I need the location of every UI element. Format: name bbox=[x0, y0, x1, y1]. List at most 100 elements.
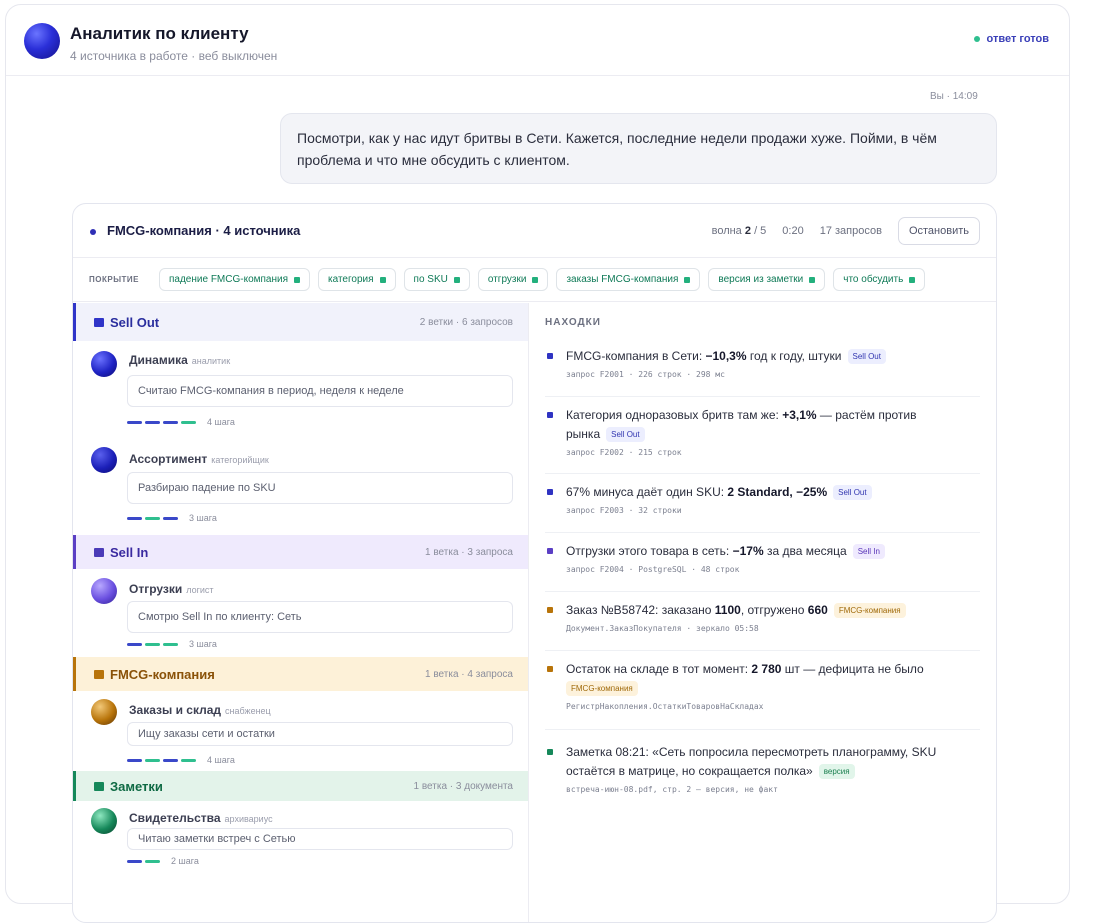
coverage-chip[interactable]: отгрузки bbox=[477, 268, 549, 291]
status-indicator: ответ готов bbox=[973, 33, 1049, 45]
coverage-chip[interactable]: версия из заметки bbox=[708, 268, 826, 291]
agent-task: Читаю заметки встреч с Сетью bbox=[127, 828, 513, 850]
agent-name-text: Свидетельства bbox=[129, 811, 221, 825]
agent-steps: 4 шага bbox=[207, 755, 235, 765]
finding-value: −10,3% bbox=[705, 349, 747, 363]
finding-item[interactable]: Отгрузки этого товара в сеть: −17% за дв… bbox=[545, 542, 980, 592]
finding-pre: Отгрузки этого товара в сеть: bbox=[566, 544, 733, 558]
agent-task: Ищу заказы сети и остатки bbox=[127, 722, 513, 746]
group-header-sell-out[interactable]: Sell Out 2 ветки · 6 запросов bbox=[73, 303, 528, 341]
finding-item[interactable]: Категория одноразовых бритв там же: +3,1… bbox=[545, 406, 980, 474]
agent-role: категорийщик bbox=[211, 455, 269, 465]
agent-name: Динамика аналитик bbox=[129, 353, 230, 367]
source-square-icon bbox=[547, 607, 553, 613]
finding-item[interactable]: Заметка 08:21: «Сеть попросила пересмотр… bbox=[545, 743, 980, 813]
agent-item: Заказы и склад снабженец Ищу заказы сети … bbox=[73, 691, 528, 771]
finding-source: РегистрНакопления.ОстаткиТоваровНаСклада… bbox=[566, 702, 764, 711]
agent-name: Ассортимент категорийщик bbox=[129, 452, 269, 466]
finding-pre: 67% минуса даёт один SKU: bbox=[566, 485, 728, 499]
group-header-notes[interactable]: Заметки 1 ветка · 3 документа bbox=[73, 771, 528, 801]
agent-name-text: Отгрузки bbox=[129, 582, 183, 596]
finding-source: запрос F2001 · 226 строк · 298 мс bbox=[566, 370, 725, 379]
finding-value: 1100 bbox=[714, 603, 741, 617]
agent-avatar bbox=[91, 578, 117, 604]
group-title: Sell Out bbox=[94, 315, 159, 330]
agent-item: Ассортимент категорийщик Разбираю падение… bbox=[73, 439, 528, 535]
agents-column: Sell Out 2 ветки · 6 запросов Динамика ан… bbox=[73, 303, 529, 922]
wave-total: / 5 bbox=[754, 225, 767, 237]
agent-progress: 3 шага bbox=[127, 639, 217, 649]
group-title: Заметки bbox=[94, 779, 163, 794]
check-square-icon bbox=[379, 276, 386, 283]
group-title: Sell In bbox=[94, 545, 148, 560]
group-title-text: Заметки bbox=[110, 778, 163, 794]
film-icon bbox=[94, 317, 104, 327]
agent-item: Свидетельства архивариус Читаю заметки вс… bbox=[73, 801, 528, 871]
finding-mid: , отгружено bbox=[740, 603, 808, 617]
panel-header: FMCG-компания · 4 источника волна 2 / 5 … bbox=[73, 204, 996, 258]
finding-value-2: 660 bbox=[807, 603, 828, 617]
group-title-text: FMCG-компания bbox=[110, 666, 215, 682]
agent-task: Смотрю Sell In по клиенту: Сеть bbox=[127, 601, 513, 633]
source-square-icon bbox=[547, 666, 553, 672]
group-header-fmcg[interactable]: FMCG-компания 1 ветка · 4 запроса bbox=[73, 657, 528, 691]
source-tag: FMCG-компания bbox=[566, 681, 638, 696]
group-header-sell-in[interactable]: Sell In 1 ветка · 3 запроса bbox=[73, 535, 528, 569]
finding-value: −17% bbox=[732, 544, 764, 558]
check-square-icon bbox=[294, 276, 301, 283]
group-title-text: Sell Out bbox=[110, 314, 160, 330]
agent-name-text: Динамика bbox=[129, 353, 188, 367]
agent-name: Отгрузки логист bbox=[129, 582, 214, 596]
source-tag: Sell In bbox=[852, 544, 885, 559]
check-square-icon bbox=[909, 276, 916, 283]
chip-label: отгрузки bbox=[487, 274, 527, 285]
agent-progress: 3 шага bbox=[127, 513, 217, 523]
finding-item[interactable]: Остаток на складе в тот момент: 2 780 шт… bbox=[545, 660, 980, 730]
agent-progress: 4 шага bbox=[127, 755, 235, 765]
finding-pre: Заметка 08:21: «Сеть попросила пересмотр… bbox=[566, 745, 937, 778]
agent-steps: 2 шага bbox=[171, 856, 199, 866]
coverage-bar: ПОКРЫТИЕ падение FMCG-компания категория… bbox=[73, 258, 996, 302]
group-meta: 1 ветка · 4 запроса bbox=[425, 668, 513, 680]
finding-item[interactable]: FMCG-компания в Сети: −10,3% год к году,… bbox=[545, 347, 980, 397]
coverage-chip[interactable]: категория bbox=[318, 268, 396, 291]
source-square-icon bbox=[547, 749, 553, 755]
finding-item[interactable]: Заказ №В58742: заказано 1100, отгружено … bbox=[545, 601, 980, 651]
coverage-chip[interactable]: заказы FMCG-компания bbox=[556, 268, 701, 291]
wave-label: волна bbox=[711, 225, 742, 237]
chip-label: версия из заметки bbox=[718, 274, 804, 285]
finding-value: +3,1% bbox=[782, 408, 817, 422]
finding-post: шт — дефицита не было bbox=[781, 662, 924, 676]
finding-text: Отгрузки этого товара в сеть: −17% за дв… bbox=[566, 542, 980, 561]
group-title-text: Sell In bbox=[110, 544, 149, 560]
finding-value: 2 Standard, −25% bbox=[727, 485, 828, 499]
user-message: Посмотри, как у нас идут бритвы в Сети. … bbox=[280, 113, 997, 184]
finding-pre: Остаток на складе в тот момент: bbox=[566, 662, 752, 676]
agent-name: Свидетельства архивариус bbox=[129, 811, 273, 825]
source-square-icon bbox=[547, 548, 553, 554]
finding-pre: Категория одноразовых бритв там же: bbox=[566, 408, 783, 422]
chip-label: по SKU bbox=[413, 274, 448, 285]
agent-avatar bbox=[91, 808, 117, 834]
finding-source: запрос F2003 · 32 строки bbox=[566, 506, 682, 515]
film-icon bbox=[94, 547, 104, 557]
agent-steps: 4 шага bbox=[207, 417, 235, 427]
stop-button[interactable]: Остановить bbox=[897, 217, 980, 245]
square-icon bbox=[94, 781, 104, 791]
elapsed-time: 0:20 bbox=[782, 225, 804, 237]
agent-avatar bbox=[91, 699, 117, 725]
agent-role: архивариус bbox=[224, 814, 273, 824]
coverage-chip[interactable]: что обсудить bbox=[833, 268, 926, 291]
chip-label: падение FMCG-компания bbox=[169, 274, 289, 285]
finding-item[interactable]: 67% минуса даёт один SKU: 2 Standard, −2… bbox=[545, 483, 980, 533]
agent-avatar bbox=[91, 351, 117, 377]
wave-current: 2 bbox=[744, 225, 751, 237]
square-icon bbox=[94, 669, 104, 679]
coverage-chip[interactable]: по SKU bbox=[403, 268, 470, 291]
source-tag: Sell Out bbox=[847, 349, 886, 364]
finding-post: за два месяца bbox=[763, 544, 847, 558]
source-square-icon bbox=[547, 412, 553, 418]
check-square-icon bbox=[453, 276, 460, 283]
coverage-chip[interactable]: падение FMCG-компания bbox=[159, 268, 311, 291]
finding-value: 2 780 bbox=[751, 662, 782, 676]
